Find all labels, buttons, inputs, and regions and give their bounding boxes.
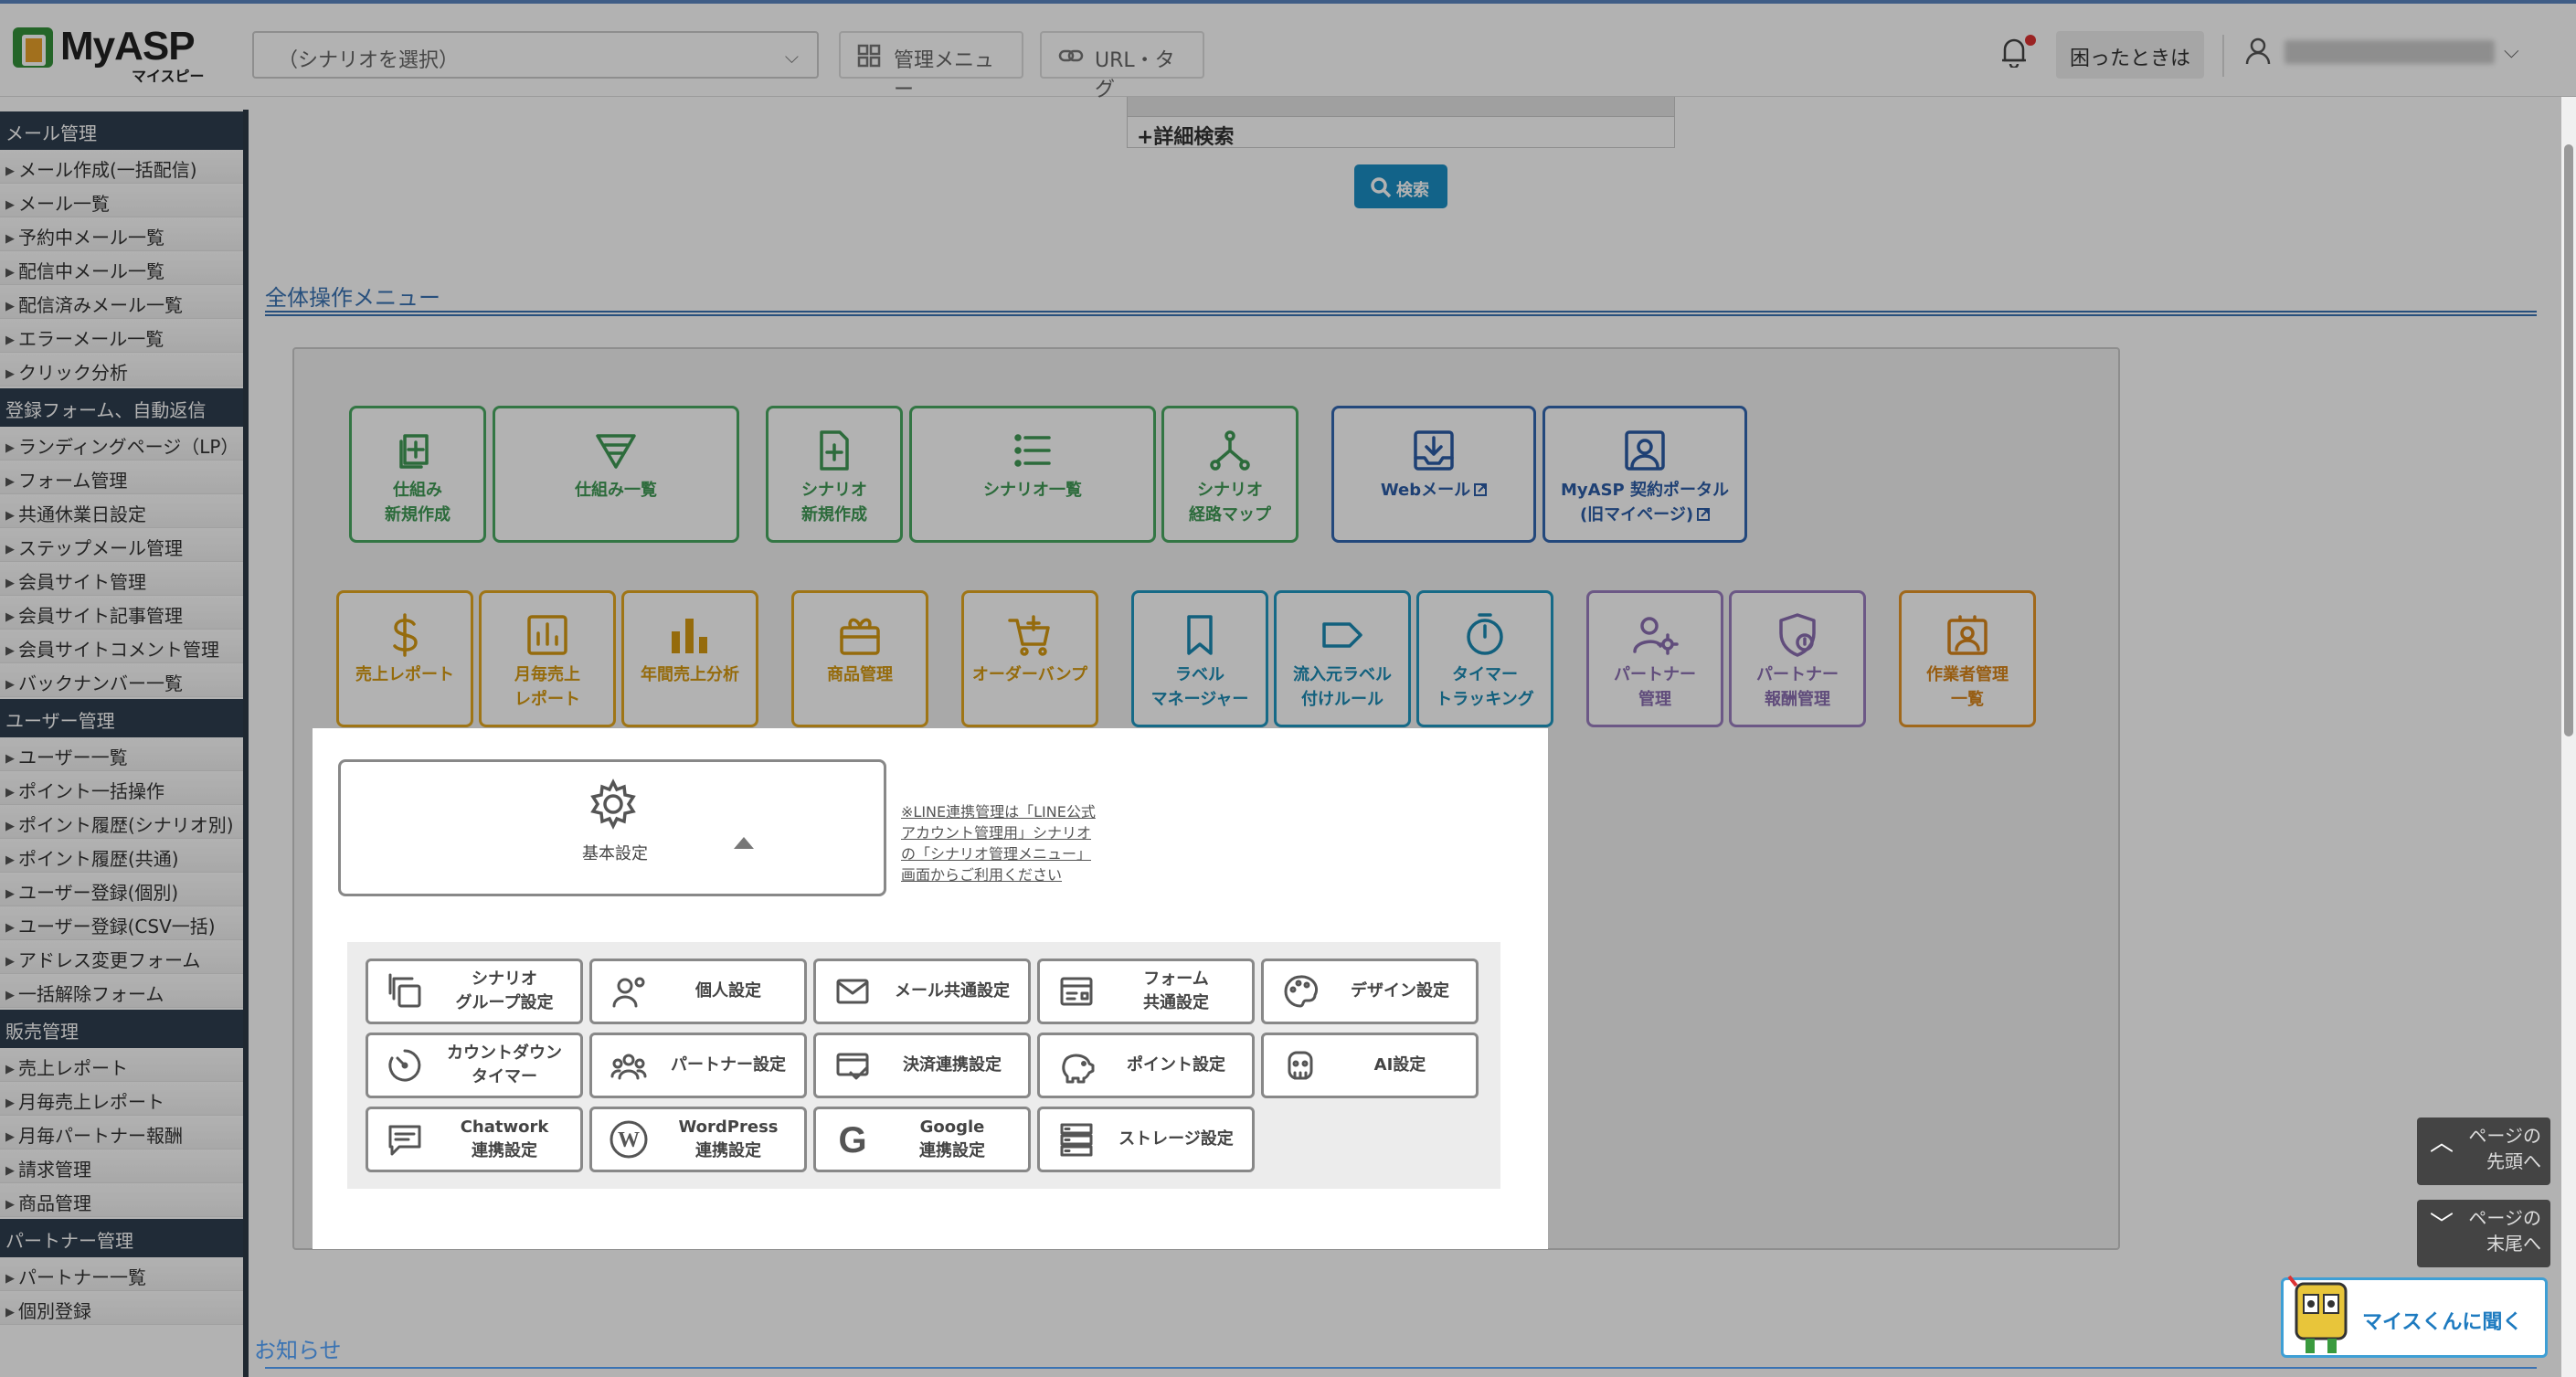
settings-item[interactable]: シナリオ グループ設定 [366, 959, 583, 1024]
settings-item[interactable]: W WordPress 連携設定 [589, 1107, 807, 1172]
ask-maisu-button[interactable]: マイスくんに聞く [2281, 1275, 2548, 1358]
svg-text:W: W [618, 1128, 640, 1152]
scroll-bottom-label: ページの 末尾へ [2468, 1207, 2541, 1255]
settings-item[interactable]: G Google 連携設定 [813, 1107, 1031, 1172]
ask-maisu-label: マイスくんに聞く [2362, 1311, 2523, 1334]
settings-item[interactable]: パートナー設定 [589, 1033, 807, 1098]
form-icon [1040, 973, 1113, 1010]
settings-item-label: カウントダウン タイマー [447, 1043, 562, 1086]
settings-item-label: メール共通設定 [895, 981, 1010, 1001]
settings-grid: シナリオ グループ設定 個人設定 メール共通設定 フォーム 共通設定 デザイン設定カウントダ… [347, 942, 1500, 1189]
settings-item-label: 個人設定 [695, 981, 761, 1001]
basic-settings-button[interactable]: 基本設定 [338, 759, 886, 896]
caret-up-icon [734, 837, 754, 849]
settings-item-label: デザイン設定 [1351, 981, 1449, 1001]
basic-settings-modal: 基本設定 ※LINE連携管理は「LINE公式アカウント管理用」シナリオの「シナリ… [313, 728, 1548, 1249]
settings-item[interactable]: 決済連携設定 [813, 1033, 1031, 1098]
basic-settings-label: 基本設定 [582, 844, 648, 863]
storage-icon [1040, 1121, 1113, 1158]
settings-item[interactable]: メール共通設定 [813, 959, 1031, 1024]
settings-item[interactable]: 個人設定 [589, 959, 807, 1024]
ai-robot-icon [1264, 1047, 1337, 1084]
settings-item[interactable]: デザイン設定 [1261, 959, 1479, 1024]
payment-icon [816, 1047, 889, 1084]
settings-item-label: Chatwork 連携設定 [460, 1117, 549, 1160]
settings-item[interactable]: フォーム 共通設定 [1037, 959, 1255, 1024]
settings-item-label: Google 連携設定 [919, 1117, 985, 1160]
chevron-down-icon: ﹀ [2430, 1212, 2454, 1239]
chevron-up-icon: ︿ [2430, 1129, 2454, 1157]
countdown-icon [368, 1047, 441, 1084]
scroll-top-button[interactable]: ︿ ページの 先頭へ [2417, 1117, 2550, 1185]
scroll-top-label: ページの 先頭へ [2468, 1125, 2541, 1172]
person-gear-icon [592, 973, 665, 1010]
palette-icon [1264, 973, 1337, 1010]
settings-item-label: AI設定 [1373, 1055, 1426, 1075]
settings-item[interactable]: Chatwork 連携設定 [366, 1107, 583, 1172]
scroll-bottom-button[interactable]: ﹀ ページの 末尾へ [2417, 1200, 2550, 1267]
scrollbar-thumb[interactable] [2564, 144, 2573, 736]
copy-icon [368, 973, 441, 1010]
settings-item-label: フォーム 共通設定 [1143, 969, 1209, 1012]
settings-item[interactable]: ポイント設定 [1037, 1033, 1255, 1098]
news-title-line [265, 1367, 2537, 1372]
settings-item-label: WordPress 連携設定 [678, 1117, 779, 1160]
mascot-icon [2287, 1275, 2348, 1353]
settings-item-label: パートナー設定 [671, 1055, 786, 1075]
people-icon [592, 1047, 665, 1084]
svg-text:G: G [838, 1120, 866, 1160]
settings-item-label: ポイント設定 [1127, 1055, 1225, 1075]
envelope-icon [816, 973, 889, 1010]
scrollbar[interactable] [2561, 97, 2576, 1377]
settings-item[interactable]: AI設定 [1261, 1033, 1479, 1098]
google-icon: G [816, 1119, 889, 1160]
settings-item[interactable]: ストレージ設定 [1037, 1107, 1255, 1172]
settings-item-label: ストレージ設定 [1118, 1129, 1234, 1149]
gear-icon [590, 779, 636, 830]
chatwork-icon [368, 1121, 441, 1158]
settings-item-label: 決済連携設定 [903, 1055, 1002, 1075]
settings-item-label: シナリオ グループ設定 [455, 969, 554, 1012]
settings-item[interactable]: カウントダウン タイマー [366, 1033, 583, 1098]
wordpress-icon: W [592, 1119, 665, 1160]
piggy-bank-icon [1040, 1047, 1113, 1084]
news-title: お知らせ [254, 1338, 342, 1363]
line-note[interactable]: ※LINE連携管理は「LINE公式アカウント管理用」シナリオの「シナリオ管理メニ… [901, 801, 1102, 885]
